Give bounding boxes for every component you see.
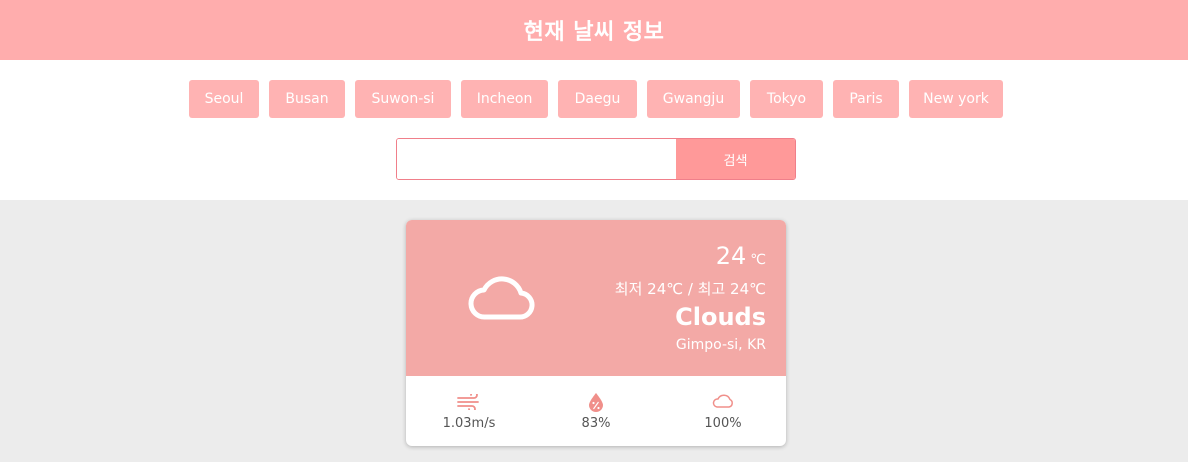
temperature-unit: ℃ <box>750 252 766 268</box>
weather-card: 24 ℃ 최저 24℃ / 최고 24℃ Clouds Gimpo-si, KR … <box>406 220 786 446</box>
temperature-value: 24 <box>715 242 747 270</box>
temperature: 24 ℃ <box>716 242 766 270</box>
cloudiness-stat: 100% <box>663 392 783 431</box>
city-button-daegu[interactable]: Daegu <box>558 80 637 118</box>
city-button-busan[interactable]: Busan <box>269 80 345 118</box>
wind-icon <box>457 394 479 410</box>
humidity-value: 83% <box>581 416 611 431</box>
cloud-icon <box>468 276 535 320</box>
weather-summary: 24 ℃ 최저 24℃ / 최고 24℃ Clouds Gimpo-si, KR <box>406 220 786 376</box>
weather-details: 1.03m/s 83% 100% <box>406 376 786 446</box>
location-label: Gimpo-si, KR <box>675 337 766 353</box>
city-button-newyork[interactable]: New york <box>909 80 1003 118</box>
wind-stat: 1.03m/s <box>409 392 529 431</box>
cloudiness-value: 100% <box>704 416 742 431</box>
city-button-row: Seoul Busan Suwon-si Incheon Daegu Gwang… <box>0 80 1188 118</box>
page-header: 현재 날씨 정보 <box>0 0 1188 60</box>
city-button-paris[interactable]: Paris <box>833 80 899 118</box>
city-button-seoul[interactable]: Seoul <box>189 80 259 118</box>
humidity-stat: 83% <box>536 392 656 431</box>
city-button-gwangju[interactable]: Gwangju <box>647 80 740 118</box>
city-button-suwon[interactable]: Suwon-si <box>355 80 451 118</box>
city-button-incheon[interactable]: Incheon <box>461 80 548 118</box>
search-button[interactable]: 검색 <box>676 139 795 179</box>
controls-panel: Seoul Busan Suwon-si Incheon Daegu Gwang… <box>0 60 1188 200</box>
temperature-range: 최저 24℃ / 최고 24℃ <box>614 280 766 298</box>
search-input[interactable] <box>397 139 676 179</box>
wind-speed: 1.03m/s <box>442 416 496 431</box>
cloudiness-icon <box>712 394 733 408</box>
page-title: 현재 날씨 정보 <box>523 20 665 45</box>
weather-description: Clouds <box>675 303 766 331</box>
humidity-icon <box>589 393 603 412</box>
search-bar: 검색 <box>396 138 796 180</box>
city-button-tokyo[interactable]: Tokyo <box>750 80 823 118</box>
